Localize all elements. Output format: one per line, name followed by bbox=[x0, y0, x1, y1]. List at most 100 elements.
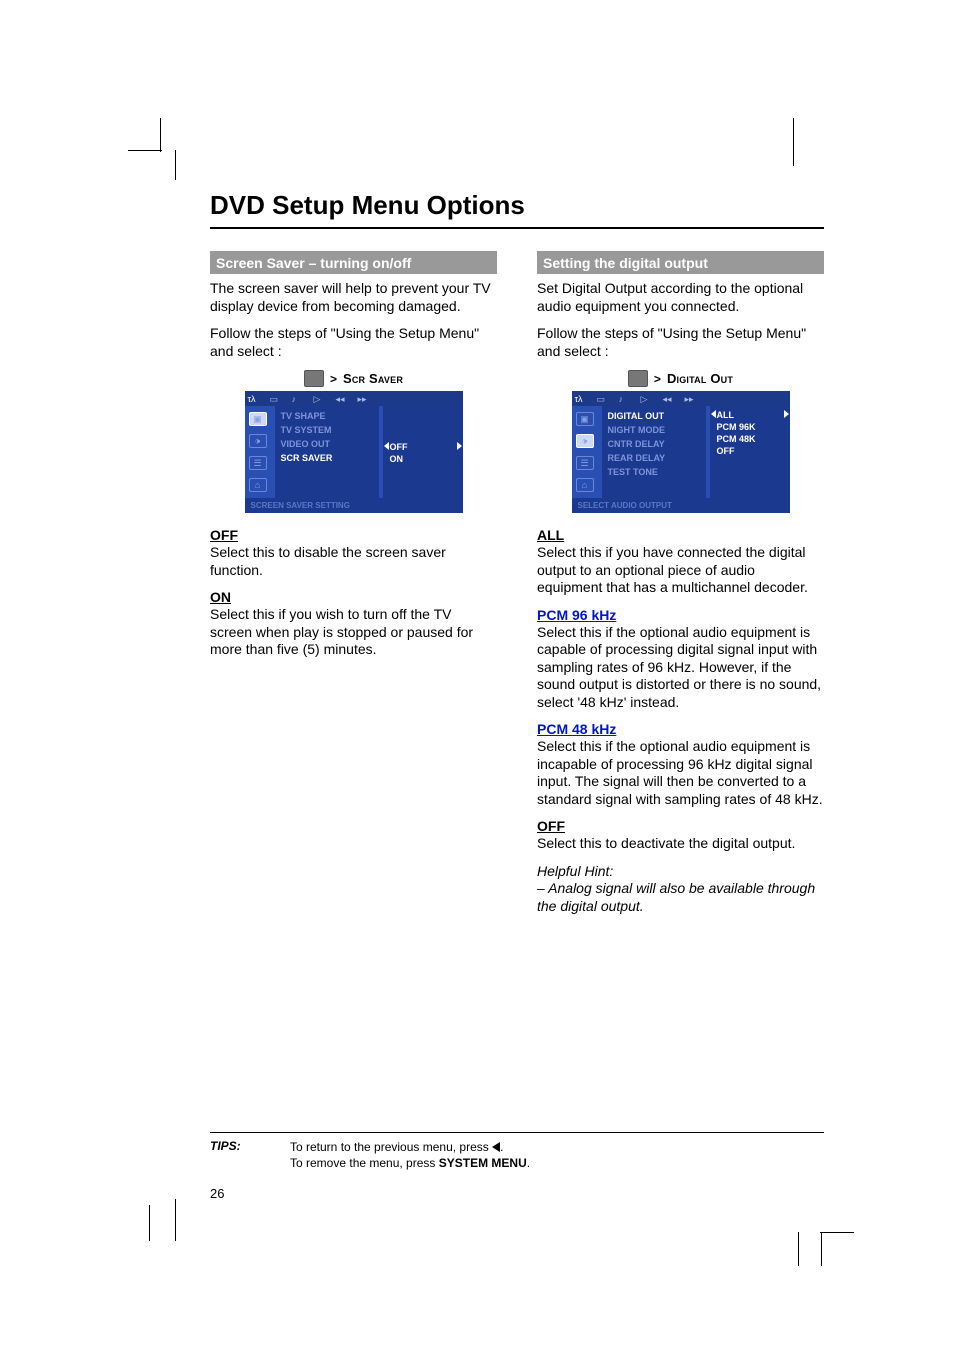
body-text: Select this if you have connected the di… bbox=[537, 544, 824, 597]
side-icon-sound: 🕩 bbox=[249, 434, 267, 448]
tab-icon: ♪ bbox=[292, 394, 304, 404]
body-text: Follow the steps of "Using the Setup Men… bbox=[537, 325, 824, 360]
menu-option: PCM 48K bbox=[713, 433, 787, 445]
tips-line2-post: . bbox=[527, 1156, 530, 1170]
tab-icon: ▸▸ bbox=[685, 394, 697, 404]
crop-mark bbox=[798, 1232, 799, 1266]
page-content: DVD Setup Menu Options Screen Saver – tu… bbox=[210, 190, 824, 1201]
tab-icon: ◂◂ bbox=[663, 394, 675, 404]
menu-option-label: ALL bbox=[717, 410, 735, 420]
selection-marker-left-icon bbox=[711, 410, 716, 418]
left-column: Screen Saver – turning on/off The screen… bbox=[210, 251, 497, 925]
crop-mark bbox=[175, 150, 176, 180]
two-column-layout: Screen Saver – turning on/off The screen… bbox=[210, 251, 824, 925]
side-icon-setup: ⌂ bbox=[576, 478, 594, 492]
right-column: Setting the digital output Set Digital O… bbox=[537, 251, 824, 925]
menu-item: TV SYSTEM bbox=[275, 423, 379, 437]
menu-option-label: OFF bbox=[390, 442, 408, 452]
body-text: Select this if you wish to turn off the … bbox=[210, 606, 497, 659]
body-text: Select this if the optional audio equipm… bbox=[537, 624, 824, 712]
hint-label: Helpful Hint: bbox=[537, 863, 613, 879]
page-number: 26 bbox=[210, 1186, 224, 1201]
menu-item: TEST TONE bbox=[602, 465, 706, 479]
menu-option: OFF bbox=[713, 445, 787, 457]
tab-icon: ▭ bbox=[597, 394, 609, 404]
menu-item-selected: SCR SAVER bbox=[275, 451, 379, 465]
tab-icon: ▷ bbox=[314, 394, 326, 404]
breadcrumb: > Digital Out bbox=[537, 370, 824, 387]
tab-icon: ◂◂ bbox=[336, 394, 348, 404]
selection-marker-left-icon bbox=[384, 442, 389, 450]
body-text: Follow the steps of "Using the Setup Men… bbox=[210, 325, 497, 360]
menu-option-list: OFF ON bbox=[383, 406, 463, 498]
selection-marker-right-icon bbox=[457, 442, 462, 450]
menu-option: ON bbox=[386, 453, 460, 465]
side-icon-picture: ▣ bbox=[249, 412, 267, 426]
tab-icon: τλ bbox=[575, 394, 587, 404]
tips-line1-pre: To return to the previous menu, press bbox=[290, 1140, 492, 1154]
body-text: The screen saver will help to prevent yo… bbox=[210, 280, 497, 315]
selection-marker-right-icon bbox=[784, 410, 789, 418]
menu-option-selected: OFF bbox=[386, 441, 460, 453]
tab-icon: ▸▸ bbox=[358, 394, 370, 404]
option-heading-off2: OFF bbox=[537, 818, 824, 834]
breadcrumb: > Scr Saver bbox=[210, 370, 497, 387]
crop-mark bbox=[793, 118, 794, 166]
crop-mark bbox=[160, 118, 161, 152]
body-text: Select this to disable the screen saver … bbox=[210, 544, 497, 579]
crop-mark bbox=[128, 150, 162, 151]
breadcrumb-label: Digital Out bbox=[667, 371, 733, 386]
option-heading-off: OFF bbox=[210, 527, 497, 543]
menu-item: NIGHT MODE bbox=[602, 423, 706, 437]
tips-text: To return to the previous menu, press . … bbox=[290, 1139, 824, 1171]
menu-item-list: TV SHAPE TV SYSTEM VIDEO OUT SCR SAVER bbox=[275, 406, 379, 498]
tab-icon: τλ bbox=[248, 394, 260, 404]
title-rule bbox=[210, 227, 824, 229]
body-text: Select this to deactivate the digital ou… bbox=[537, 835, 824, 853]
breadcrumb-sep: > bbox=[330, 372, 337, 386]
onscreen-menu-digitalout: τλ ▭ ♪ ▷ ◂◂ ▸▸ ▣ 🕩 ☰ ⌂ DIGI bbox=[572, 391, 790, 513]
menu-option: PCM 96K bbox=[713, 421, 787, 433]
menu-footer: SELECT AUDIO OUTPUT bbox=[572, 498, 790, 513]
helpful-hint: Helpful Hint: – Analog signal will also … bbox=[537, 863, 824, 916]
section-heading-digitalout: Setting the digital output bbox=[537, 251, 824, 274]
crop-mark bbox=[175, 1199, 176, 1241]
picture-settings-icon bbox=[304, 370, 324, 387]
side-icon-setup: ⌂ bbox=[249, 478, 267, 492]
side-icon-picture: ▣ bbox=[576, 412, 594, 426]
menu-item-selected: DIGITAL OUT bbox=[602, 409, 706, 423]
option-heading-pcm96: PCM 96 kHz bbox=[537, 607, 824, 623]
body-text: Set Digital Output according to the opti… bbox=[537, 280, 824, 315]
option-heading-on: ON bbox=[210, 589, 497, 605]
menu-item: TV SHAPE bbox=[275, 409, 379, 423]
tips-footer: TIPS: To return to the previous menu, pr… bbox=[210, 1132, 824, 1171]
menu-item: REAR DELAY bbox=[602, 451, 706, 465]
tab-icon: ♪ bbox=[619, 394, 631, 404]
menu-option-list: ALL PCM 96K PCM 48K OFF bbox=[710, 406, 790, 498]
tips-line2-bold: SYSTEM MENU bbox=[439, 1156, 527, 1170]
breadcrumb-sep: > bbox=[654, 372, 661, 386]
side-icon-features: ☰ bbox=[249, 456, 267, 470]
page-title: DVD Setup Menu Options bbox=[210, 190, 824, 221]
crop-mark bbox=[820, 1232, 854, 1233]
option-heading-all: ALL bbox=[537, 527, 824, 543]
menu-item: VIDEO OUT bbox=[275, 437, 379, 451]
menu-option-selected: ALL bbox=[713, 409, 787, 421]
tab-icon: ▷ bbox=[641, 394, 653, 404]
crop-mark bbox=[821, 1232, 822, 1266]
left-arrow-icon bbox=[492, 1142, 500, 1152]
body-text: Select this if the optional audio equipm… bbox=[537, 738, 824, 808]
breadcrumb-label: Scr Saver bbox=[343, 371, 403, 386]
side-icon-sound: 🕩 bbox=[576, 434, 594, 448]
option-heading-pcm48: PCM 48 kHz bbox=[537, 721, 824, 737]
tips-line2-pre: To remove the menu, press bbox=[290, 1156, 439, 1170]
side-icon-features: ☰ bbox=[576, 456, 594, 470]
tips-line1-post: . bbox=[500, 1140, 503, 1154]
hint-body: – Analog signal will also be available t… bbox=[537, 880, 815, 914]
tips-label: TIPS: bbox=[210, 1139, 290, 1171]
onscreen-menu-screensaver: τλ ▭ ♪ ▷ ◂◂ ▸▸ ▣ 🕩 ☰ ⌂ TV S bbox=[245, 391, 463, 513]
crop-mark bbox=[149, 1205, 150, 1241]
tab-icon: ▭ bbox=[270, 394, 282, 404]
section-heading-screensaver: Screen Saver – turning on/off bbox=[210, 251, 497, 274]
menu-footer: SCREEN SAVER SETTING bbox=[245, 498, 463, 513]
